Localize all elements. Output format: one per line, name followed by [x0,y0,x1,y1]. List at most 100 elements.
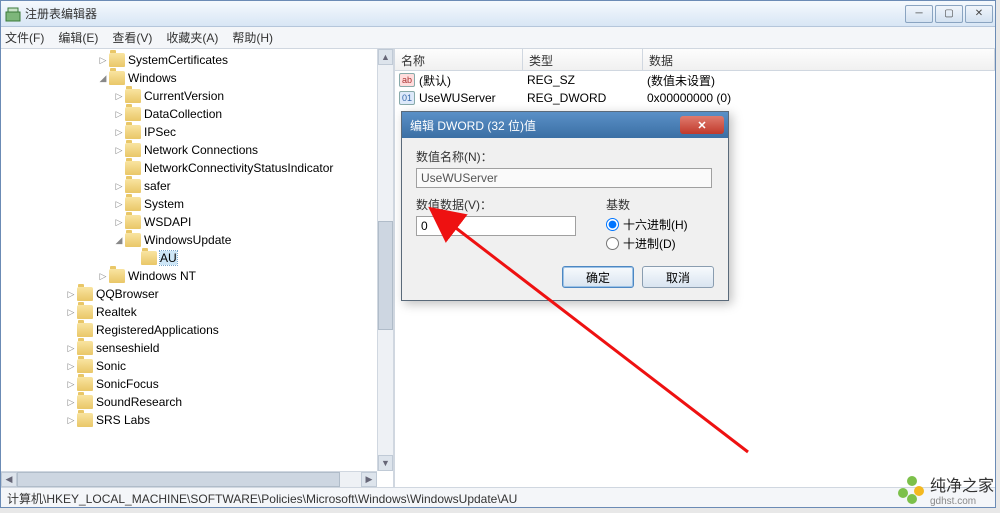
expand-icon[interactable]: ▷ [97,271,109,282]
tree-item-label: safer [144,179,171,193]
col-data[interactable]: 数据 [643,49,995,70]
expand-icon[interactable]: ▷ [65,397,77,408]
expand-icon[interactable]: ▷ [65,379,77,390]
folder-icon [77,341,93,355]
expand-icon[interactable]: ▷ [113,199,125,210]
menu-favorites[interactable]: 收藏夹(A) [166,29,218,46]
minimize-button[interactable]: ─ [905,5,933,23]
tree-item[interactable]: ▷Network Connections [1,141,395,159]
tree-item-label: RegisteredApplications [96,323,219,337]
tree-item[interactable]: ▷SystemCertificates [1,51,395,69]
menu-file[interactable]: 文件(F) [5,29,44,46]
list-header[interactable]: 名称 类型 数据 [395,49,995,71]
tree-item-label: Realtek [96,305,137,319]
window-title: 注册表编辑器 [25,5,905,22]
tree-item[interactable]: ▷WSDAPI [1,213,395,231]
expand-icon[interactable]: ▷ [97,55,109,66]
dialog-body: 数值名称(N)： 数值数据(V)： 基数 十六进制(H) 十进制(D) 确定 取… [402,138,728,300]
expand-icon[interactable]: ▷ [113,91,125,102]
expand-icon[interactable]: ▷ [65,289,77,300]
maximize-button[interactable]: ▢ [935,5,963,23]
cell-name: UseWUServer [419,91,527,105]
titlebar[interactable]: 注册表编辑器 ─ ▢ ✕ [1,1,995,27]
list-row[interactable]: 01UseWUServerREG_DWORD0x00000000 (0) [395,89,995,107]
tree-item[interactable]: ◢ WindowsUpdate [1,231,395,249]
watermark-url: gdhst.com [930,496,994,507]
expand-icon[interactable]: ▷ [65,415,77,426]
tree-item[interactable]: NetworkConnectivityStatusIndicator [1,159,395,177]
scroll-right-icon[interactable]: ▶ [361,472,377,487]
tree-item[interactable]: ▷ DataCollection [1,105,395,123]
folder-icon [109,269,125,283]
expand-icon[interactable]: ◢ [113,235,125,246]
tree-item-label: DataCollection [144,107,222,121]
expand-icon[interactable]: ▷ [65,361,77,372]
watermark-brand: 纯净之家 [930,472,994,496]
scroll-left-icon[interactable]: ◀ [1,472,17,487]
ok-button[interactable]: 确定 [562,266,634,288]
tree-item[interactable]: AU [1,249,395,267]
tree-item[interactable]: ▷QQBrowser [1,285,395,303]
tree-item[interactable]: ▷ IPSec [1,123,395,141]
folder-icon [77,323,93,337]
radix-hex-option[interactable]: 十六进制(H) [606,216,688,233]
tree-item-label: WindowsUpdate [144,233,231,247]
folder-icon [125,89,141,103]
close-button[interactable]: ✕ [965,5,993,23]
cancel-button[interactable]: 取消 [642,266,714,288]
menu-edit[interactable]: 编辑(E) [58,29,98,46]
folder-icon [77,413,93,427]
tree-item[interactable]: ▷senseshield [1,339,395,357]
scroll-up-icon[interactable]: ▲ [378,49,393,65]
tree-hscrollbar[interactable]: ◀ ▶ [1,471,377,487]
tree-item[interactable]: ▷SonicFocus [1,375,395,393]
col-name[interactable]: 名称 [395,49,523,70]
tree-item[interactable]: ▷ SRS Labs [1,411,395,429]
dialog-close-button[interactable]: ✕ [680,116,724,134]
tree-item[interactable]: ▷Sonic [1,357,395,375]
tree-item-label: Windows [128,71,177,85]
menu-view[interactable]: 查看(V) [112,29,152,46]
radix-dec-radio[interactable] [606,237,619,250]
tree-vscrollbar[interactable]: ▲ ▼ [377,49,393,471]
tree-item[interactable]: ▷ Realtek [1,303,395,321]
radix-hex-radio[interactable] [606,218,619,231]
regedit-icon [5,6,21,22]
cell-data: 0x00000000 (0) [647,91,731,105]
edit-dword-dialog[interactable]: 编辑 DWORD (32 位)值 ✕ 数值名称(N)： 数值数据(V)： 基数 … [401,111,729,301]
value-data-label: 数值数据(V)： [416,196,580,213]
tree-item-label: SRS Labs [96,413,150,427]
folder-icon [125,215,141,229]
menu-help[interactable]: 帮助(H) [232,29,273,46]
tree-item[interactable]: ▷SoundResearch [1,393,395,411]
tree-item-label: IPSec [144,125,176,139]
cell-type: REG_SZ [527,73,647,87]
expand-icon[interactable]: ▷ [65,343,77,354]
status-path: 计算机\HKEY_LOCAL_MACHINE\SOFTWARE\Policies… [7,492,517,506]
list-row[interactable]: ab(默认)REG_SZ(数值未设置) [395,71,995,89]
dialog-titlebar[interactable]: 编辑 DWORD (32 位)值 ✕ [402,112,728,138]
expand-icon[interactable]: ▷ [113,109,125,120]
tree-item[interactable]: RegisteredApplications [1,321,395,339]
tree-item[interactable]: ▷ safer [1,177,395,195]
expand-icon[interactable]: ▷ [113,145,125,156]
radix-dec-option[interactable]: 十进制(D) [606,235,688,252]
expand-icon[interactable]: ▷ [113,217,125,228]
expand-icon[interactable]: ▷ [113,181,125,192]
tree-item-label: NetworkConnectivityStatusIndicator [144,161,333,175]
cell-name: (默认) [419,72,527,89]
expand-icon[interactable]: ◢ [97,73,109,84]
tree-item[interactable]: ◢ Windows [1,69,395,87]
value-data-field[interactable] [416,216,576,236]
scroll-down-icon[interactable]: ▼ [378,455,393,471]
tree-item-label: AU [160,251,177,265]
col-type[interactable]: 类型 [523,49,643,70]
expand-icon[interactable]: ▷ [113,127,125,138]
tree-item[interactable]: ▷Windows NT [1,267,395,285]
tree-item[interactable]: ▷CurrentVersion [1,87,395,105]
tree-item[interactable]: ▷System [1,195,395,213]
expand-icon[interactable]: ▷ [65,307,77,318]
cell-type: REG_DWORD [527,91,647,105]
tree-pane[interactable]: ▷SystemCertificates ◢ Windows ▷CurrentVersi… [1,49,395,487]
reg-sz-icon: ab [399,73,415,87]
